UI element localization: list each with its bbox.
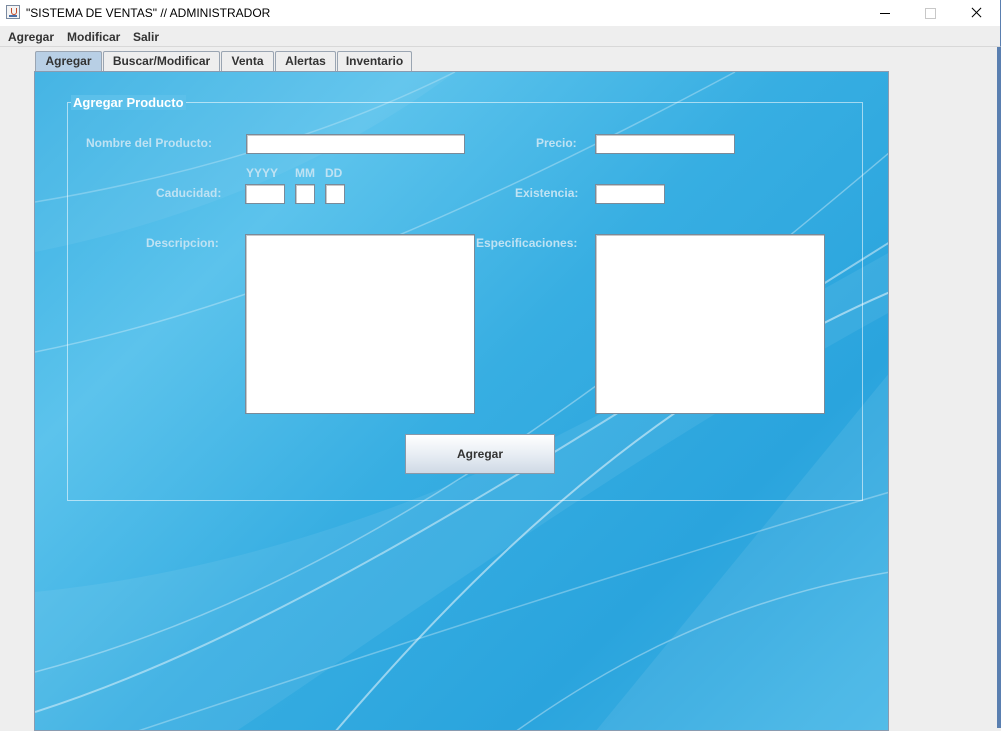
tab-alertas[interactable]: Alertas	[275, 51, 336, 71]
descripcion-label: Descripcion:	[146, 236, 219, 250]
window-right-edge	[997, 47, 1001, 728]
caducidad-month-input[interactable]	[295, 184, 315, 204]
agregar-button[interactable]: Agregar	[405, 434, 555, 474]
nombre-input[interactable]	[246, 134, 465, 154]
menu-modificar[interactable]: Modificar	[67, 30, 120, 44]
caducidad-day-input[interactable]	[325, 184, 345, 204]
descripcion-textarea[interactable]	[245, 234, 475, 414]
tab-agregar[interactable]: Agregar	[35, 51, 102, 72]
especificaciones-label: Especificaciones:	[476, 236, 578, 250]
minimize-icon[interactable]	[862, 0, 908, 26]
precio-label: Precio:	[536, 136, 577, 150]
nombre-label: Nombre del Producto:	[86, 136, 213, 150]
existencia-label: Existencia:	[515, 186, 579, 200]
fieldset-legend: Agregar Producto	[71, 95, 186, 110]
maximize-icon[interactable]	[908, 0, 954, 26]
menu-bar: Agregar Modificar Salir	[0, 26, 1001, 47]
menu-agregar[interactable]: Agregar	[8, 30, 54, 44]
close-icon[interactable]	[954, 0, 1000, 26]
caducidad-year-input[interactable]	[245, 184, 285, 204]
tab-buscar-modificar[interactable]: Buscar/Modificar	[103, 51, 220, 71]
caducidad-label: Caducidad:	[156, 186, 222, 200]
java-app-icon	[6, 5, 20, 19]
especificaciones-textarea[interactable]	[595, 234, 825, 414]
window-title: "SISTEMA DE VENTAS" // ADMINISTRADOR	[26, 6, 271, 20]
tab-venta[interactable]: Venta	[221, 51, 274, 71]
mm-label: MM	[295, 166, 315, 180]
dd-label: DD	[325, 166, 343, 180]
precio-input[interactable]	[595, 134, 735, 154]
title-bar: "SISTEMA DE VENTAS" // ADMINISTRADOR	[0, 0, 1001, 26]
menu-salir[interactable]: Salir	[133, 30, 159, 44]
tab-inventario[interactable]: Inventario	[337, 51, 412, 71]
existencia-input[interactable]	[595, 184, 665, 204]
yyyy-label: YYYY	[246, 166, 279, 180]
